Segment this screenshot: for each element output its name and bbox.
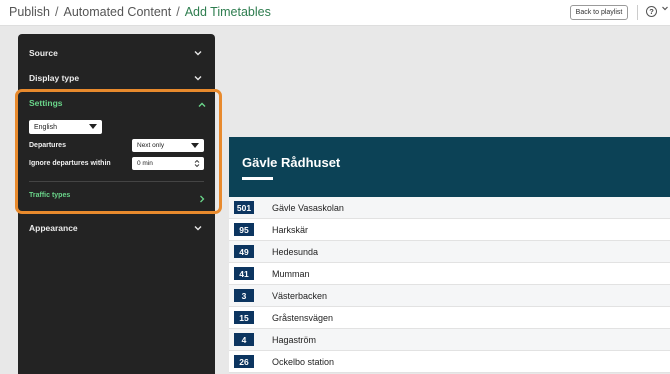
line-number-badge: 4 <box>234 333 254 346</box>
destination-text: Mumman <box>272 268 310 279</box>
timetable-row: 3 Västerbacken <box>229 285 670 307</box>
line-number-badge: 26 <box>234 355 254 368</box>
breadcrumb-separator: / <box>176 5 180 19</box>
accordion-appearance[interactable]: Appearance <box>18 216 215 240</box>
destination-text: Västerbacken <box>272 290 328 301</box>
breadcrumb-automated-content[interactable]: Automated Content <box>63 5 171 19</box>
accordion-source[interactable]: Source <box>18 41 215 65</box>
settings-highlight-outline <box>15 89 222 214</box>
line-number-badge: 49 <box>234 245 254 258</box>
destination-text: Gävle Vasaskolan <box>272 202 344 213</box>
accordion-display-type[interactable]: Display type <box>18 66 215 90</box>
toolbar-divider <box>637 5 638 20</box>
chevron-down-icon <box>193 223 203 233</box>
line-number-badge: 15 <box>234 311 254 324</box>
help-icon[interactable]: ? <box>646 6 657 17</box>
breadcrumb-separator: / <box>55 5 59 19</box>
accordion-source-label: Source <box>29 48 58 58</box>
breadcrumb-add-timetables: Add Timetables <box>184 5 271 19</box>
destination-text: Ockelbo station <box>272 356 335 367</box>
timetable-stop-name: Gävle Rådhuset <box>242 155 341 170</box>
line-number-badge: 3 <box>234 289 254 302</box>
top-bar: Publish / Automated Content / Add Timeta… <box>0 0 670 26</box>
destination-text: Hedesunda <box>272 246 319 257</box>
chevron-down-icon <box>193 73 203 83</box>
title-underline <box>242 177 273 180</box>
timetable-row: 49 Hedesunda <box>229 241 670 263</box>
timetable-header: Gävle Rådhuset <box>229 137 670 197</box>
timetable-row: 15 Gråstensvägen <box>229 307 670 329</box>
chevron-down-icon <box>193 48 203 58</box>
timetable-row: 4 Hagaström <box>229 329 670 351</box>
accordion-appearance-label: Appearance <box>29 223 78 233</box>
chevron-down-icon[interactable] <box>662 4 668 17</box>
timetable-row: 26 Ockelbo station <box>229 351 670 373</box>
line-number-badge: 95 <box>234 223 254 236</box>
destination-text: Hagaström <box>272 334 317 345</box>
timetable-row: 41 Mumman <box>229 263 670 285</box>
timetable-rows: 501 Gävle Vasaskolan 95 Harkskär 49 Hede… <box>229 197 670 373</box>
breadcrumb-publish[interactable]: Publish <box>9 5 50 19</box>
back-to-playlist-button[interactable]: Back to playlist <box>570 5 628 20</box>
line-number-badge: 501 <box>234 201 254 214</box>
accordion-display-type-label: Display type <box>29 73 80 83</box>
breadcrumb: Publish / Automated Content / Add Timeta… <box>9 5 271 19</box>
timetable-row: 501 Gävle Vasaskolan <box>229 197 670 219</box>
destination-text: Gråstensvägen <box>272 312 334 323</box>
destination-text: Harkskär <box>272 224 309 235</box>
line-number-badge: 41 <box>234 267 254 280</box>
timetable-row: 95 Harkskär <box>229 219 670 241</box>
